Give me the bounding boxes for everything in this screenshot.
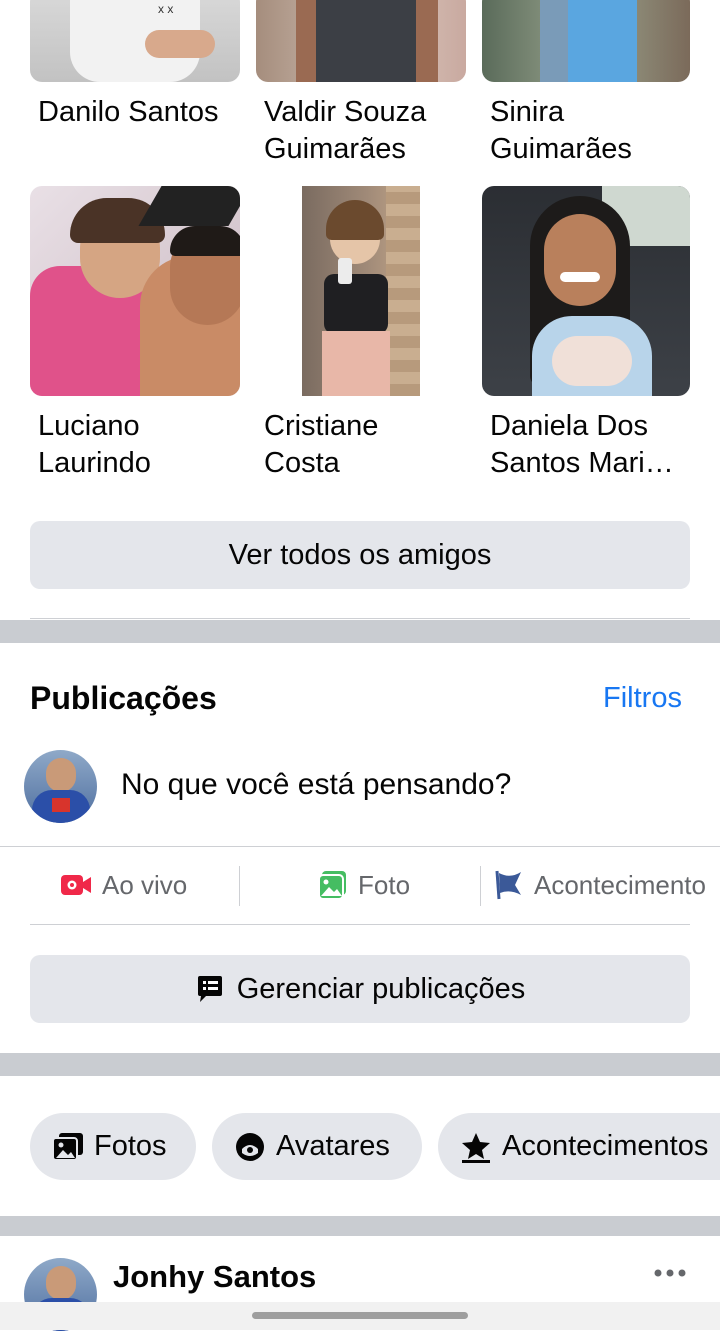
event-label: Acontecimento (534, 869, 706, 900)
friend-name[interactable]: Daniela Dos Santos Mari… (490, 408, 690, 482)
avatars-chip[interactable]: Avatares (212, 1113, 422, 1180)
manage-posts-label: Gerenciar publicações (236, 972, 526, 1005)
divider (480, 866, 481, 906)
photo-button[interactable]: Foto (318, 862, 410, 908)
composer-input[interactable]: No que você está pensando? (121, 768, 511, 802)
friend-name[interactable]: Sinira Guimarães (490, 94, 660, 168)
post-author-name[interactable]: Jonhy Santos (113, 1259, 316, 1295)
live-video-icon (61, 875, 91, 895)
posts-title: Publicações (30, 680, 217, 716)
events-chip-label: Acontecimentos (502, 1130, 709, 1162)
friend-name[interactable]: Valdir Souza Guimarães (264, 94, 464, 168)
event-button[interactable]: Acontecimento (494, 862, 706, 908)
avatar-icon (236, 1132, 264, 1161)
photo-label: Foto (358, 869, 411, 900)
photos-chip[interactable]: Fotos (30, 1113, 196, 1180)
friend-name[interactable]: Danilo Santos (38, 94, 238, 131)
star-calendar-icon (462, 1132, 490, 1163)
filters-link[interactable]: Filtros (603, 682, 682, 715)
section-separator (0, 1053, 720, 1076)
see-all-friends-button[interactable]: Ver todos os amigos (30, 521, 690, 589)
friend-photo-valdir[interactable] (256, 0, 466, 82)
manage-posts-icon (197, 976, 222, 1002)
friend-photo-daniela[interactable] (482, 186, 690, 396)
flag-icon (495, 870, 521, 900)
manage-posts-button[interactable]: Gerenciar publicações (30, 955, 690, 1023)
live-label: Ao vivo (102, 869, 188, 900)
divider (0, 846, 720, 847)
friend-photo-luciano[interactable] (30, 186, 240, 396)
see-all-friends-label: Ver todos os amigos (228, 538, 492, 571)
friend-name[interactable]: Cristiane Costa (264, 408, 434, 482)
friend-photo-sinira[interactable] (482, 0, 690, 82)
live-video-button[interactable]: Ao vivo (60, 862, 187, 908)
section-separator (0, 1216, 720, 1236)
section-separator (0, 620, 720, 643)
divider (239, 866, 240, 906)
events-chip[interactable]: Acontecimentos (438, 1113, 720, 1180)
friend-photo-danilo[interactable]: x x (30, 0, 240, 82)
home-indicator[interactable] (252, 1312, 468, 1319)
photo-icon (318, 871, 346, 900)
divider (30, 924, 690, 925)
divider (30, 618, 690, 619)
photos-icon (52, 1132, 83, 1161)
friend-photo-cristiane[interactable] (302, 186, 420, 396)
photos-chip-label: Fotos (94, 1130, 167, 1162)
avatars-chip-label: Avatares (276, 1130, 390, 1162)
friend-name[interactable]: Luciano Laurindo (38, 408, 208, 482)
more-options-icon[interactable] (652, 1266, 688, 1280)
profile-avatar[interactable] (24, 750, 97, 823)
